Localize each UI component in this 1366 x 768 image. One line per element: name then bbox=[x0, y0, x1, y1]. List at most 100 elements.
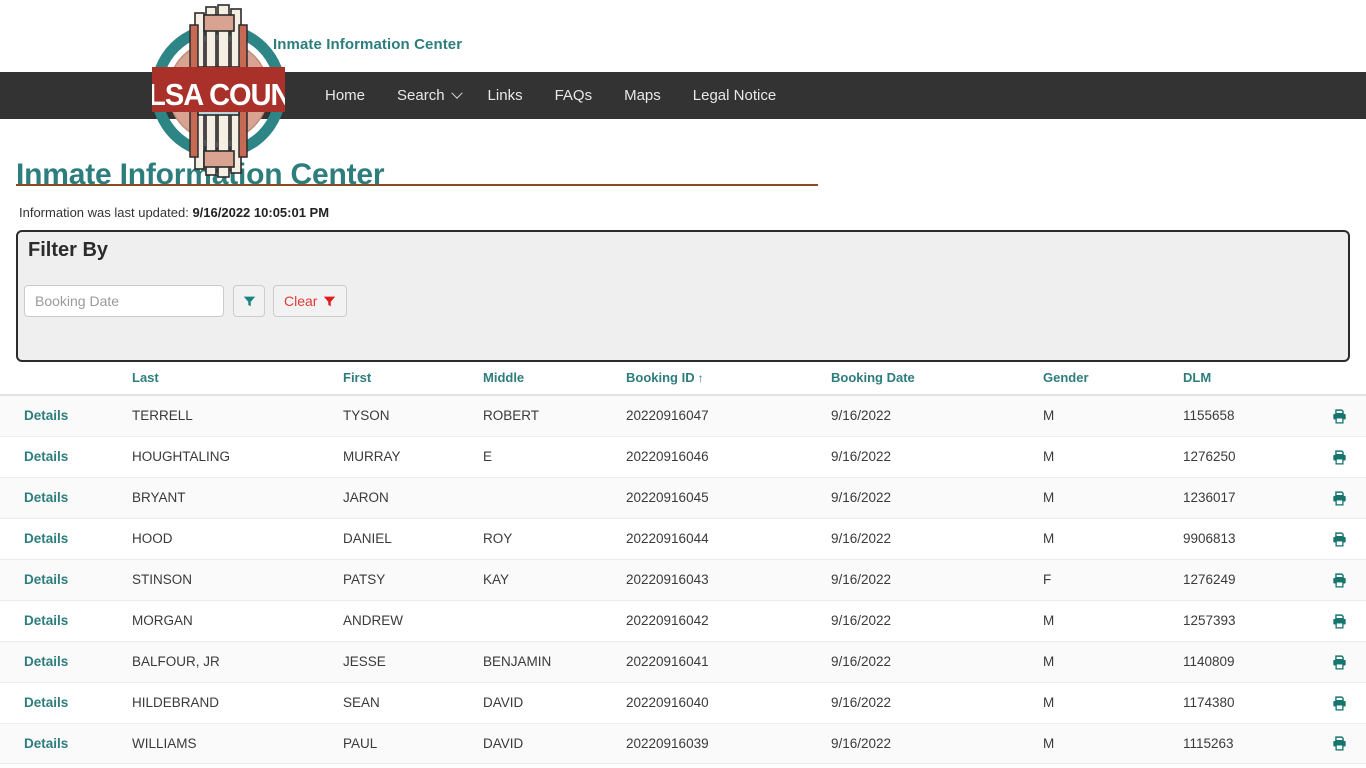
cell-booking-id: 20220916043 bbox=[626, 559, 831, 601]
cell-first: TYSON bbox=[343, 395, 483, 437]
cell-dlm: 1155658 bbox=[1183, 395, 1312, 437]
table-row: Details HILDEBRAND SEAN DAVID 20220916040 9/1… bbox=[0, 682, 1366, 724]
cell-booking-id: 20220916042 bbox=[626, 600, 831, 642]
apply-filter-button[interactable] bbox=[233, 285, 265, 317]
details-link[interactable]: Details bbox=[24, 695, 68, 710]
cell-print bbox=[1312, 682, 1366, 724]
booking-date-input[interactable] bbox=[24, 285, 224, 317]
cell-gender: M bbox=[1043, 763, 1183, 768]
column-header-details bbox=[0, 362, 132, 396]
nav-item-faqs-label: FAQs bbox=[554, 87, 593, 104]
cell-first: ANDREW bbox=[343, 600, 483, 642]
cell-first: DANIEL bbox=[343, 518, 483, 560]
cell-gender: M bbox=[1043, 436, 1183, 478]
main-navbar: Home Search Links FAQs Maps Legal Notice bbox=[0, 72, 1366, 119]
print-icon[interactable] bbox=[1332, 614, 1347, 629]
cell-print bbox=[1312, 723, 1366, 765]
cell-dlm: 1276249 bbox=[1183, 559, 1312, 601]
table-row: Details HOUGHTALING MURRAY E 20220916046 9/16… bbox=[0, 436, 1366, 478]
cell-gender: F bbox=[1043, 559, 1183, 601]
table-row: DetailsCOITJAVARAEDKOVON202209160389/16/… bbox=[0, 763, 1366, 768]
cell-details: Details bbox=[0, 641, 132, 683]
column-header-middle[interactable]: Middle bbox=[483, 362, 626, 396]
print-icon[interactable] bbox=[1332, 450, 1347, 465]
cell-dlm: 1140809 bbox=[1183, 641, 1312, 683]
column-header-booking-id-label: Booking ID bbox=[626, 370, 695, 385]
cell-last: COIT bbox=[132, 763, 343, 768]
column-header-booking-date[interactable]: Booking Date bbox=[831, 362, 1043, 396]
filter-panel-title: Filter By bbox=[28, 239, 109, 261]
details-link[interactable]: Details bbox=[24, 572, 68, 587]
column-header-dlm[interactable]: DLM bbox=[1183, 362, 1312, 396]
cell-print bbox=[1312, 600, 1366, 642]
cell-last: TERRELL bbox=[132, 395, 343, 437]
cell-first: JAVARAE bbox=[343, 763, 483, 768]
cell-booking-date: 9/16/2022 bbox=[831, 600, 1043, 642]
cell-details: Details bbox=[0, 600, 132, 642]
nav-item-legal-notice[interactable]: Legal Notice bbox=[693, 88, 776, 103]
column-header-gender[interactable]: Gender bbox=[1043, 362, 1183, 396]
details-link[interactable]: Details bbox=[24, 736, 68, 751]
column-header-booking-id[interactable]: Booking ID ↑ bbox=[626, 362, 831, 396]
cell-gender: M bbox=[1043, 600, 1183, 642]
details-link[interactable]: Details bbox=[24, 449, 68, 464]
nav-item-links[interactable]: Links bbox=[488, 88, 523, 103]
cell-last: WILLIAMS bbox=[132, 723, 343, 765]
print-icon[interactable] bbox=[1332, 654, 1347, 670]
details-link[interactable]: Details bbox=[24, 408, 68, 423]
cell-middle: DAVID bbox=[483, 682, 626, 724]
table-row: Details MORGAN ANDREW 20220916042 9/16/2022 M… bbox=[0, 600, 1366, 642]
cell-first: PATSY bbox=[343, 559, 483, 601]
cell-last: HOUGHTALING bbox=[132, 436, 343, 478]
cell-gender: M bbox=[1043, 723, 1183, 765]
cell-first: JARON bbox=[343, 477, 483, 519]
clear-filter-label: Clear bbox=[284, 293, 318, 309]
cell-middle bbox=[483, 600, 626, 642]
cell-first: JESSE bbox=[343, 641, 483, 683]
clear-filter-button[interactable]: Clear bbox=[273, 285, 348, 317]
cell-dlm: 1236017 bbox=[1183, 477, 1312, 519]
details-link[interactable]: Details bbox=[24, 531, 68, 546]
cell-booking-id: 20220916041 bbox=[626, 641, 831, 683]
filter-funnel-icon bbox=[243, 296, 255, 306]
inmate-results-table-wrap: Last First Middle Booking ID ↑ Booking Da… bbox=[0, 362, 1366, 768]
details-link[interactable]: Details bbox=[24, 654, 68, 669]
page-root: Inmate Information Center Home Search Li… bbox=[0, 0, 1366, 768]
nav-item-maps[interactable]: Maps bbox=[624, 88, 661, 103]
details-link[interactable]: Details bbox=[24, 613, 68, 628]
cell-booking-id: 20220916047 bbox=[626, 395, 831, 437]
nav-item-legal-notice-label: Legal Notice bbox=[692, 87, 777, 104]
cell-middle: E bbox=[483, 436, 626, 478]
print-icon[interactable] bbox=[1332, 695, 1347, 711]
nav-item-search[interactable]: Search bbox=[397, 87, 463, 104]
cell-dlm: 1174380 bbox=[1183, 682, 1312, 724]
cell-last: HILDEBRAND bbox=[132, 682, 343, 724]
filter-controls-row: Clear bbox=[24, 285, 348, 317]
cell-dlm: 1115263 bbox=[1183, 723, 1312, 765]
cell-dlm: 1257393 bbox=[1183, 600, 1312, 642]
cell-details: Details bbox=[0, 723, 132, 765]
nav-item-faqs[interactable]: FAQs bbox=[555, 88, 593, 103]
cell-details: Details bbox=[0, 395, 132, 437]
cell-last: BRYANT bbox=[132, 477, 343, 519]
cell-dlm: 1178837 bbox=[1183, 763, 1312, 768]
nav-item-home[interactable]: Home bbox=[325, 88, 365, 103]
table-row: Details TERRELL TYSON ROBERT 20220916047 9/16… bbox=[0, 395, 1366, 437]
print-icon[interactable] bbox=[1332, 409, 1347, 424]
print-icon[interactable] bbox=[1332, 491, 1347, 506]
table-row: Details BALFOUR, JR JESSE BENJAMIN 202209160… bbox=[0, 641, 1366, 683]
cell-middle: ROY bbox=[483, 518, 626, 560]
print-icon[interactable] bbox=[1332, 532, 1347, 547]
details-link[interactable]: Details bbox=[24, 490, 68, 505]
filter-panel: Filter By Clear bbox=[16, 230, 1350, 362]
last-updated-label: Information was last updated: bbox=[19, 205, 189, 220]
column-header-first[interactable]: First bbox=[343, 362, 483, 396]
print-icon[interactable] bbox=[1332, 736, 1347, 751]
cell-print bbox=[1312, 641, 1366, 683]
nav-item-search-label: Search bbox=[397, 87, 445, 104]
cell-booking-id: 20220916040 bbox=[626, 682, 831, 724]
column-header-last[interactable]: Last bbox=[132, 362, 343, 396]
cell-gender: M bbox=[1043, 682, 1183, 724]
cell-middle: BENJAMIN bbox=[483, 641, 626, 683]
print-icon[interactable] bbox=[1332, 573, 1347, 588]
